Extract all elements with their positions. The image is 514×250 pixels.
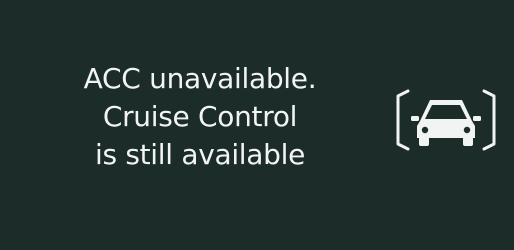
acc-alert-message: ACC unavailable. Cruise Control is still…	[20, 60, 380, 174]
alert-line-2: Cruise Control	[102, 100, 298, 133]
alert-line-3: is still available	[94, 138, 306, 171]
alert-line-1: ACC unavailable.	[83, 62, 317, 95]
car-front-radar-icon	[396, 89, 496, 151]
cluster-display: ACC unavailable. Cruise Control is still…	[0, 0, 514, 250]
